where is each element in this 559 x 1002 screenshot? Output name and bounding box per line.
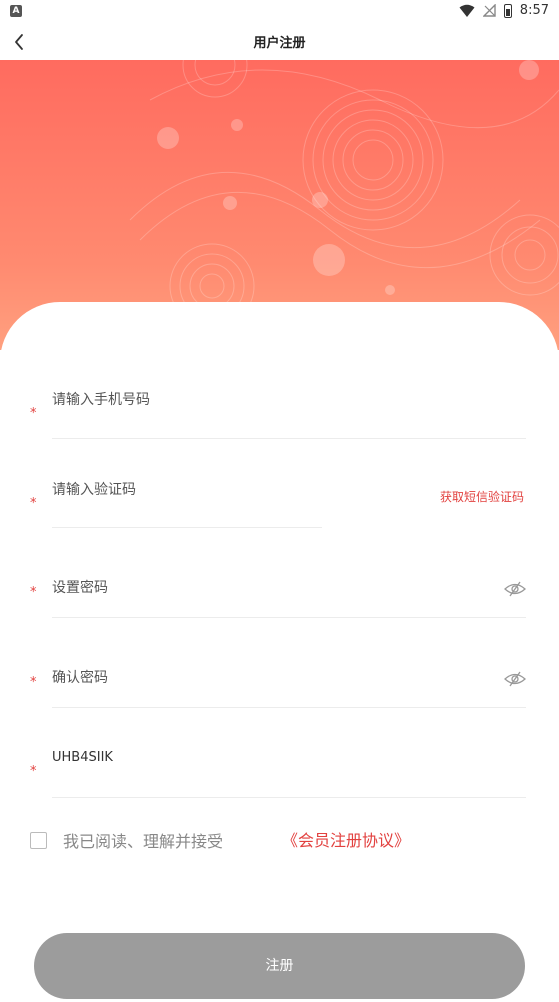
password-input[interactable]: 设置密码 bbox=[52, 577, 108, 597]
app-bar: 用户注册 bbox=[0, 24, 559, 60]
invite-code-underline bbox=[52, 797, 526, 798]
phone-input[interactable]: 请输入手机号码 bbox=[52, 389, 150, 409]
required-mark: * bbox=[30, 764, 37, 779]
wifi-icon bbox=[459, 4, 475, 17]
clock: 8:57 bbox=[519, 3, 549, 18]
confirm-password-row: * 确认密码 bbox=[30, 665, 526, 711]
phone-underline bbox=[52, 438, 526, 439]
status-bar: A 8:57 bbox=[0, 0, 559, 24]
password-row: * 设置密码 bbox=[30, 575, 526, 621]
code-underline bbox=[52, 527, 322, 528]
status-icons: 8:57 bbox=[459, 3, 549, 18]
signal-icon bbox=[482, 4, 496, 17]
confirm-underline bbox=[52, 707, 526, 708]
confirm-password-input[interactable]: 确认密码 bbox=[52, 667, 108, 687]
register-button[interactable]: 注册 bbox=[34, 933, 525, 999]
code-input[interactable]: 请输入验证码 bbox=[52, 479, 136, 499]
invite-code-row: * UHB4SIIK bbox=[30, 748, 526, 802]
required-mark: * bbox=[30, 496, 37, 511]
agreement-link[interactable]: 《会员注册协议》 bbox=[282, 827, 410, 851]
agreement-row: 我已阅读、理解并接受 《会员注册协议》 bbox=[30, 826, 530, 851]
required-mark: * bbox=[30, 675, 37, 690]
confirm-visibility-icon[interactable] bbox=[504, 671, 526, 687]
password-underline bbox=[52, 617, 526, 618]
code-row: * 请输入验证码 获取短信验证码 bbox=[30, 476, 526, 530]
invite-code-input[interactable]: UHB4SIIK bbox=[52, 750, 113, 765]
battery-icon bbox=[503, 3, 512, 18]
agreement-checkbox[interactable] bbox=[30, 832, 47, 849]
page-title: 用户注册 bbox=[253, 36, 306, 51]
phone-row: * 请输入手机号码 bbox=[30, 386, 526, 440]
agreement-text: 我已阅读、理解并接受 bbox=[63, 832, 224, 851]
app-notification-icon: A bbox=[10, 5, 22, 17]
required-mark: * bbox=[30, 406, 37, 421]
password-visibility-icon[interactable] bbox=[504, 581, 526, 597]
get-sms-code-button[interactable]: 获取短信验证码 bbox=[440, 488, 524, 505]
required-mark: * bbox=[30, 585, 37, 600]
